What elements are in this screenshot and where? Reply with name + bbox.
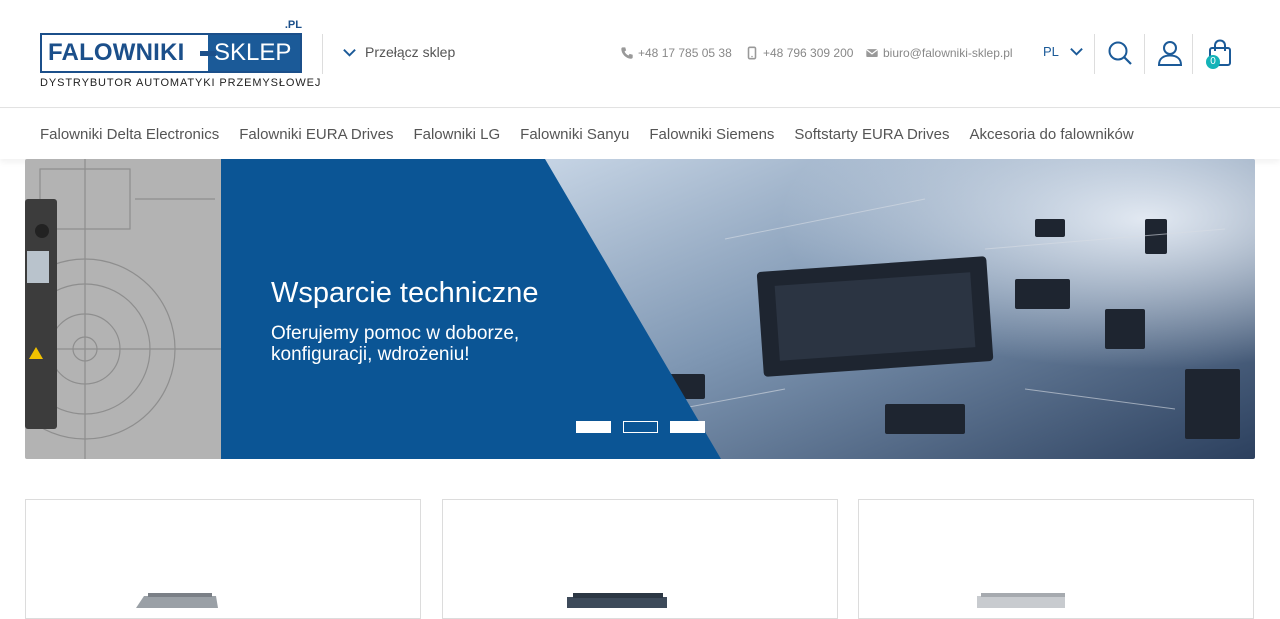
user-icon <box>1157 41 1183 66</box>
contact-phone[interactable]: +48 17 785 05 38 <box>620 46 732 60</box>
logo-domain-suffix: .PL <box>284 19 302 31</box>
site-header: .PL FALOWNIKI SKLEP DYSTRYBUTOR AUTOMATY… <box>0 0 1280 108</box>
nav-item-delta[interactable]: Falowniki Delta Electronics <box>40 126 219 143</box>
mobile-number: +48 796 309 200 <box>763 46 854 60</box>
search-icon <box>1108 41 1132 65</box>
phone-number: +48 17 785 05 38 <box>638 46 732 60</box>
contact-email[interactable]: biuro@falowniki-sklep.pl <box>865 46 1013 60</box>
divider <box>1144 34 1145 74</box>
language-code: PL <box>1043 44 1059 59</box>
logo-name-left: FALOWNIKI <box>42 35 208 71</box>
product-image <box>136 593 218 608</box>
slider-pagination <box>576 421 705 433</box>
slider-dot-1[interactable] <box>576 421 611 433</box>
slider-dot-3[interactable] <box>670 421 705 433</box>
chevron-down-icon <box>343 48 356 57</box>
logo-dash <box>200 51 216 56</box>
hero-banner[interactable]: Wsparcie techniczne Oferujemy pomoc w do… <box>25 159 1255 459</box>
nav-item-eura-drives[interactable]: Falowniki EURA Drives <box>239 126 393 143</box>
divider <box>1094 34 1095 74</box>
product-image <box>977 593 1065 608</box>
email-address: biuro@falowniki-sklep.pl <box>883 46 1013 60</box>
slider-dot-2[interactable] <box>623 421 658 433</box>
search-button[interactable] <box>1106 38 1134 68</box>
cart-count-badge: 0 <box>1206 55 1220 69</box>
product-card[interactable] <box>25 499 421 619</box>
banner-text: Oferujemy pomoc w doborze, konfiguracji,… <box>271 323 520 365</box>
account-button[interactable] <box>1156 38 1184 68</box>
banner-background-image <box>25 159 1255 459</box>
contact-mobile[interactable]: +48 796 309 200 <box>745 46 853 60</box>
banner-title: Wsparcie techniczne <box>271 277 539 309</box>
logo-tagline: DYSTRYBUTOR AUTOMATYKI PRZEMYSŁOWEJ <box>40 77 322 89</box>
nav-item-lg[interactable]: Falowniki LG <box>413 126 500 143</box>
site-logo[interactable]: .PL FALOWNIKI SKLEP DYSTRYBUTOR AUTOMATY… <box>40 19 320 91</box>
nav-item-accessories[interactable]: Akcesoria do falowników <box>969 126 1133 143</box>
chevron-down-icon <box>1070 48 1083 56</box>
nav-item-siemens[interactable]: Falowniki Siemens <box>649 126 774 143</box>
nav-item-sanyu[interactable]: Falowniki Sanyu <box>520 126 629 143</box>
phone-icon <box>621 47 633 59</box>
switch-shop-dropdown[interactable]: Przełącz sklep <box>342 44 455 60</box>
product-card[interactable] <box>858 499 1254 619</box>
main-navigation: Falowniki Delta Electronics Falowniki EU… <box>0 109 1280 159</box>
logo-name-right: SKLEP <box>208 35 300 71</box>
switch-shop-label: Przełącz sklep <box>365 44 456 60</box>
mobile-phone-icon <box>747 46 757 60</box>
divider <box>322 34 323 74</box>
nav-item-softstarty[interactable]: Softstarty EURA Drives <box>794 126 949 143</box>
product-image <box>567 593 667 608</box>
divider <box>1192 34 1193 74</box>
language-selector[interactable]: PL <box>1043 44 1084 59</box>
envelope-icon <box>865 49 879 57</box>
logo-box: FALOWNIKI SKLEP <box>40 33 302 73</box>
product-card[interactable] <box>442 499 838 619</box>
